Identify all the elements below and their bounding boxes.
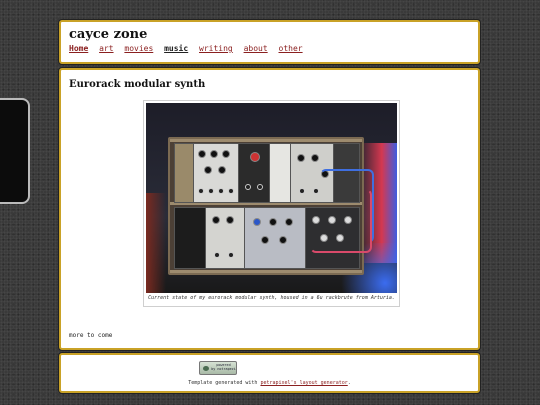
main-content: Eurorack modular synth Current state of … [59,68,480,350]
knob [250,152,260,162]
generator-link[interactable]: petrapixel's layout generator [260,380,347,386]
nav-link-movies[interactable]: movies [124,44,153,53]
site-footer: powered by notrapezi Template generated … [59,353,480,393]
knob [222,150,230,158]
synth-module [193,143,239,203]
nav-link-other[interactable]: other [279,44,303,53]
knob [198,150,206,158]
jack [228,188,234,194]
post-body: more to come [69,332,113,339]
nav-link-about[interactable]: about [244,44,268,53]
main-nav: Home art movies music writing about othe… [69,44,309,53]
jack [214,252,220,258]
eurorack-case [168,137,374,275]
knob [285,218,293,226]
credit-suffix: . [347,380,351,386]
jack [228,252,234,258]
rack-rail-top [170,139,362,142]
nav-link-music[interactable]: music [164,44,188,53]
background-glow-left [146,193,166,293]
footer-credit: Template generated with petrapixel's lay… [61,380,478,386]
nav-link-writing[interactable]: writing [199,44,233,53]
badge-text: powered by notrapezi [211,363,236,371]
credit-prefix: Template generated with [188,380,261,386]
rack-rail-bottom [170,270,362,273]
synth-module [244,207,306,269]
knob [261,236,269,244]
jack [208,188,214,194]
knob [279,236,287,244]
jack [257,184,263,190]
jack [245,184,251,190]
synth-module [174,143,194,203]
knob [297,154,305,162]
knob [210,150,218,158]
photo-figure: Current state of my eurorack modular syn… [143,100,400,307]
knob [218,166,226,174]
knob [204,166,212,174]
synth-module [205,207,245,269]
jack [218,188,224,194]
decorative-device-shape [0,98,30,204]
jack [299,188,305,194]
site-title: cayce zone [69,27,148,42]
knob [212,216,220,224]
jack [198,188,204,194]
post-title: Eurorack modular synth [69,79,206,90]
knob [253,218,261,226]
knob [226,216,234,224]
nav-link-home[interactable]: Home [69,44,88,53]
synth-module [269,143,291,203]
synth-photo [146,103,397,293]
badge-line-2: by notrapezi [211,367,236,372]
photo-caption: Current state of my eurorack modular syn… [148,295,395,301]
synth-module [174,207,206,269]
nav-link-art[interactable]: art [99,44,113,53]
site-header: cayce zone Home art movies music writing… [59,20,480,64]
patch-cable [310,189,372,253]
synth-module [238,143,270,203]
knob [269,218,277,226]
powered-by-badge[interactable]: powered by notrapezi [199,361,237,375]
knob [311,154,319,162]
badge-logo-icon [203,366,209,371]
